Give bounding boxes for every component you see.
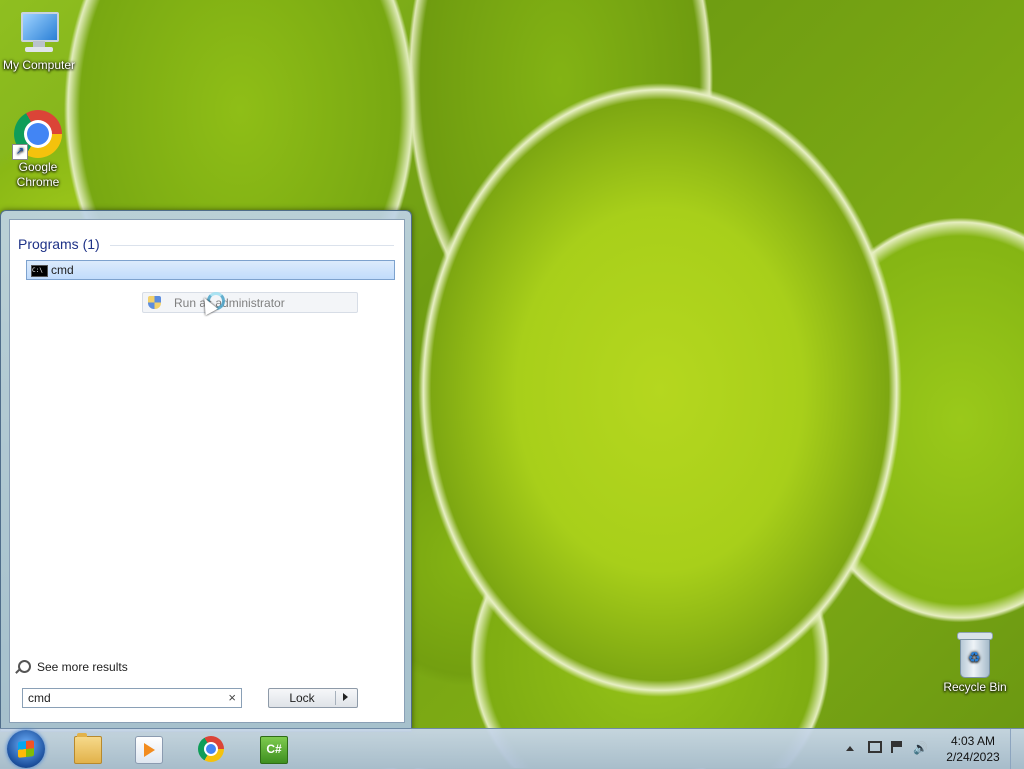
- desktop-icon-my-computer[interactable]: My Computer: [0, 8, 79, 73]
- show-hidden-icons-icon[interactable]: [846, 746, 854, 751]
- search-results-pane: Programs (1) C:\ cmd Run as administrato…: [9, 219, 405, 723]
- result-item-cmd[interactable]: C:\ cmd: [26, 260, 395, 280]
- csharp-icon: C#: [260, 736, 288, 764]
- media-player-icon: [135, 736, 163, 764]
- menu-item-label: Run as administrator: [174, 296, 285, 310]
- clock-time: 4:03 AM: [950, 734, 996, 748]
- see-more-label: See more results: [37, 660, 128, 674]
- desktop-icon-label: Recycle Bin: [943, 680, 1007, 694]
- clock-date: 2/24/2023: [946, 750, 1000, 764]
- computer-icon: [15, 8, 63, 56]
- start-menu: Programs (1) C:\ cmd Run as administrato…: [0, 210, 412, 732]
- run-as-administrator-menu-item[interactable]: Run as administrator: [142, 292, 358, 316]
- volume-icon[interactable]: 🔊: [913, 741, 928, 755]
- desktop-icon-label: Google Chrome: [16, 160, 60, 189]
- network-icon[interactable]: [868, 741, 882, 753]
- divider: [335, 691, 336, 705]
- action-center-flag-icon[interactable]: [891, 741, 903, 753]
- divider: [110, 245, 394, 246]
- programs-header: Programs (1): [18, 236, 100, 252]
- clear-search-icon[interactable]: ×: [228, 690, 236, 705]
- taskbar: C# 🔊 4:03 AM 2/24/2023: [0, 728, 1024, 769]
- taskbar-google-chrome[interactable]: [184, 731, 236, 767]
- search-input-value: cmd: [28, 691, 51, 705]
- search-input[interactable]: cmd ×: [22, 688, 242, 708]
- lock-button[interactable]: Lock: [268, 688, 358, 708]
- start-button[interactable]: [7, 730, 45, 768]
- see-more-results-link[interactable]: See more results: [18, 660, 128, 674]
- desktop-icon-label: My Computer: [2, 58, 76, 72]
- clock[interactable]: 4:03 AM 2/24/2023: [934, 733, 1012, 765]
- taskbar-csharp-app[interactable]: C#: [246, 731, 298, 767]
- result-label: cmd: [51, 263, 74, 277]
- windows-logo-icon: [18, 740, 34, 758]
- lock-button-label: Lock: [289, 691, 315, 705]
- folder-icon: [74, 733, 102, 764]
- desktop-icon-google-chrome[interactable]: ↗ Google Chrome: [0, 110, 78, 190]
- console-icon: C:\: [31, 265, 48, 277]
- chrome-icon: [198, 736, 224, 762]
- uac-shield-icon: [148, 296, 161, 309]
- taskbar-windows-explorer[interactable]: [60, 731, 112, 767]
- system-tray: 🔊 4:03 AM 2/24/2023: [840, 729, 1024, 769]
- shortcut-arrow-icon: ↗: [12, 144, 28, 160]
- chevron-right-icon[interactable]: [343, 693, 348, 701]
- taskbar-media-player[interactable]: [121, 731, 173, 767]
- search-icon: [18, 660, 31, 673]
- recycle-bin-icon: ♻: [956, 632, 994, 678]
- desktop-icon-recycle-bin[interactable]: ♻ Recycle Bin: [935, 632, 1015, 695]
- show-desktop-button[interactable]: [1010, 729, 1024, 769]
